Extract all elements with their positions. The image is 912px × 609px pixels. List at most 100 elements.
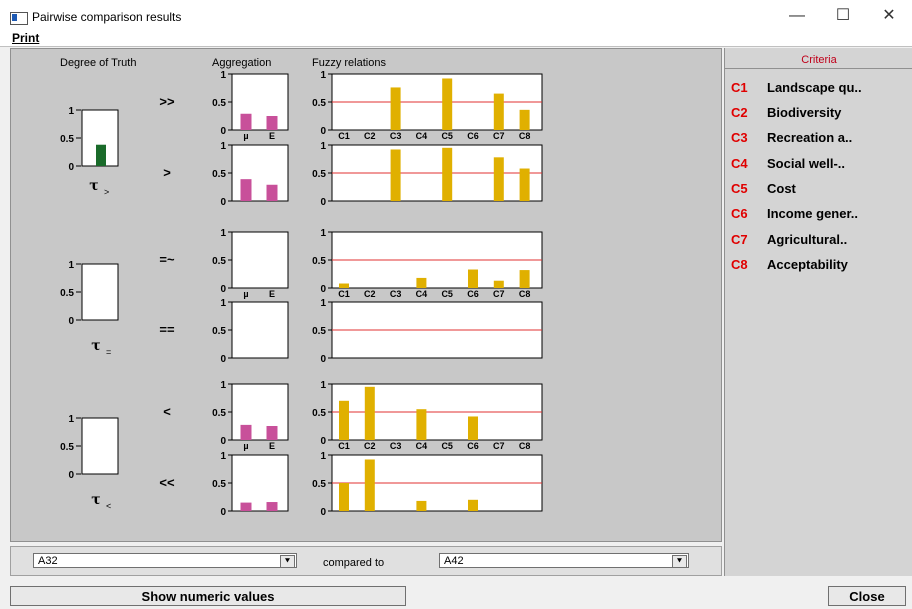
fuzzy-bar [339,283,349,288]
y-tick-label: 1 [220,380,226,391]
y-tick-label: 0.5 [212,169,226,180]
y-tick-label: 0 [220,436,226,447]
fuzzy-x-label: C2 [364,441,376,451]
y-tick-label: 0.5 [312,98,326,109]
criteria-header: Criteria [801,54,837,66]
criteria-item: C3 Recreation a.. [731,130,852,150]
aggregation-bar [240,113,252,130]
fuzzy-bar [468,416,478,440]
fuzzy-x-label: C7 [493,131,505,141]
criteria-name: Recreation a.. [767,130,853,145]
tau-subscript: > [104,187,109,197]
y-tick-label: 0.5 [312,256,326,267]
criteria-item: C4 Social well-.. [731,156,845,176]
criteria-name: Cost [767,181,796,196]
show-numeric-values-button[interactable]: Show numeric values [10,586,406,606]
fuzzy-bar [390,87,401,130]
criteria-name: Acceptability [767,257,848,272]
alternative-right-value: A42 [444,555,464,567]
y-tick-label: 0 [220,507,226,518]
criteria-code: C1 [731,80,748,95]
truth-tick-label: 0 [68,162,74,173]
fuzzy-bar [493,280,504,288]
truth-tick-label: 0 [68,316,74,327]
compared-to-label: compared to [323,557,385,569]
fuzzy-bar [468,499,478,511]
aggregation-plot-frame [231,231,289,289]
fuzzy-bar [493,93,504,130]
fuzzy-x-label: C2 [364,131,376,141]
fuzzy-x-label: C3 [390,289,402,299]
aggregation-plot-frame [231,383,289,441]
y-tick-label: 0 [320,126,326,137]
aggregation-x-label: E [269,131,275,141]
y-tick-label: 1 [320,228,326,239]
truth-tick-label: 0.5 [60,442,74,453]
alternative-left-select[interactable]: A32 ⯆ [33,553,297,568]
comparison-bar: A32 ⯆ compared to A42 ⯆ [10,546,722,576]
y-tick-label: 0 [220,284,226,295]
truth-tick-label: 1 [68,106,74,117]
y-tick-label: 1 [220,451,226,462]
y-tick-label: 1 [320,298,326,309]
alternative-right-select[interactable]: A42 ⯆ [439,553,689,568]
y-tick-label: 0 [320,436,326,447]
y-tick-label: 0 [220,354,226,365]
criteria-name: Social well-.. [767,156,846,171]
y-tick-label: 1 [220,228,226,239]
close-window-button[interactable]: ✕ [866,0,912,32]
aggregation-x-label: µ [243,131,248,141]
aggregation-bar [266,426,278,440]
y-tick-label: 0.5 [212,98,226,109]
truth-gauge-frame [81,263,119,321]
y-tick-label: 0 [220,197,226,208]
fuzzy-bar [519,109,530,130]
y-tick-label: 1 [220,70,226,81]
truth-tick-label: 0.5 [60,134,74,145]
aggregation-bar [266,502,278,511]
fuzzy-x-label: C5 [441,289,453,299]
fuzzy-x-label: C4 [416,131,428,141]
fuzzy-x-label: C8 [519,131,531,141]
y-tick-label: 1 [220,141,226,152]
fuzzy-x-label: C1 [338,131,350,141]
maximize-button[interactable]: ☐ [820,0,866,32]
aggregation-plot-frame [231,144,289,202]
fuzzy-bar [364,459,375,511]
aggregation-plot-frame [231,454,289,512]
criteria-item: C6 Income gener.. [731,206,858,226]
fuzzy-x-label: C1 [338,441,350,451]
fuzzy-x-label: C6 [467,441,479,451]
y-tick-label: 0.5 [212,256,226,267]
y-tick-label: 0.5 [312,408,326,419]
dropdown-arrow-icon[interactable]: ⯆ [280,555,295,568]
fuzzy-x-label: C4 [416,289,428,299]
truth-gauge-frame [81,417,119,475]
y-tick-label: 1 [220,298,226,309]
y-tick-label: 0 [320,284,326,295]
fuzzy-x-label: C5 [441,441,453,451]
fuzzy-x-label: C8 [519,441,531,451]
y-tick-label: 0 [320,507,326,518]
truth-tick-label: 0.5 [60,288,74,299]
fuzzy-bar [416,409,427,440]
fuzzy-x-label: C6 [467,131,479,141]
relation-symbol: >> [159,94,175,109]
y-tick-label: 0.5 [212,479,226,490]
fuzzy-bar [442,78,453,130]
aggregation-x-label: µ [243,289,248,299]
criteria-name: Income gener.. [767,206,859,221]
tau-symbol: τ [91,492,100,508]
dropdown-arrow-icon[interactable]: ⯆ [672,555,687,568]
fuzzy-x-label: C5 [441,131,453,141]
minimize-button[interactable]: — [774,0,820,32]
y-tick-label: 0 [320,354,326,365]
fuzzy-bar [519,168,530,201]
fuzzy-bar [390,149,401,201]
close-button[interactable]: Close [828,586,906,606]
criteria-code: C4 [731,156,748,171]
criteria-code: C8 [731,257,748,272]
y-tick-label: 0.5 [312,169,326,180]
fuzzy-bar [339,400,349,440]
alternative-left-value: A32 [38,555,58,567]
